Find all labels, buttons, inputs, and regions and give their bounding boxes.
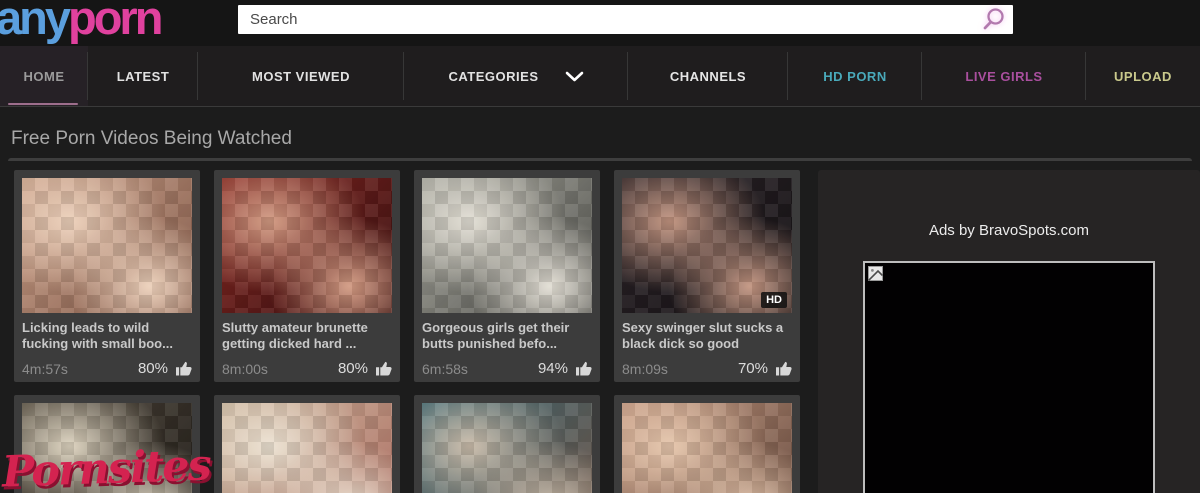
- chevron-down-icon[interactable]: [565, 71, 584, 82]
- nav-item-home[interactable]: HOME: [0, 46, 88, 106]
- nav-label-most-viewed: MOST VIEWED: [252, 69, 350, 84]
- video-rating: 80%: [338, 360, 392, 377]
- ad-panel: Ads by BravoSpots.com: [818, 170, 1200, 493]
- nav-label-hd-porn: HD PORN: [823, 69, 886, 84]
- nav-item-hd-porn[interactable]: HD PORN: [788, 46, 922, 106]
- rating-percent: 80%: [338, 360, 368, 377]
- nav-label-categories: CATEGORIES: [449, 69, 539, 84]
- hd-badge: HD: [761, 292, 787, 308]
- video-thumbnail[interactable]: [222, 403, 392, 493]
- nav-label-live-girls: LIVE GIRLS: [965, 69, 1042, 84]
- video-card[interactable]: HD Sexy swinger slut sucks a black dick …: [614, 170, 800, 382]
- ad-provider-label: Ads by BravoSpots.com: [818, 170, 1200, 239]
- thumbs-up-icon: [775, 360, 792, 377]
- video-grid: Licking leads to wild fucking with small…: [14, 170, 814, 493]
- thumbs-up-icon: [175, 360, 192, 377]
- video-thumbnail[interactable]: HD: [622, 178, 792, 313]
- video-thumbnail[interactable]: [222, 178, 392, 313]
- video-card[interactable]: [414, 395, 600, 493]
- video-card[interactable]: Slutty amateur brunette getting dicked h…: [214, 170, 400, 382]
- video-thumbnail[interactable]: [422, 178, 592, 313]
- video-duration: 4m:57s: [22, 361, 68, 377]
- video-card[interactable]: [214, 395, 400, 493]
- thumbs-up-icon: [375, 360, 392, 377]
- logo-part-porn: porn: [68, 0, 160, 44]
- rating-percent: 80%: [138, 360, 168, 377]
- logo-part-any: any: [0, 0, 68, 44]
- search-bar: [238, 5, 1013, 34]
- nav-label-home: HOME: [24, 69, 65, 84]
- search-input[interactable]: [238, 5, 1013, 34]
- video-thumbnail[interactable]: [22, 178, 192, 313]
- video-meta: 8m:00s 80%: [222, 360, 392, 377]
- site-logo[interactable]: anyporn: [0, 0, 160, 44]
- video-card[interactable]: Gorgeous girls get their butts punished …: [414, 170, 600, 382]
- video-title: Gorgeous girls get their butts punished …: [422, 320, 592, 353]
- video-card[interactable]: [14, 395, 200, 493]
- video-duration: 8m:09s: [622, 361, 668, 377]
- video-duration: 8m:00s: [222, 361, 268, 377]
- video-thumbnail[interactable]: [22, 403, 192, 493]
- nav-item-live-girls[interactable]: LIVE GIRLS: [922, 46, 1086, 106]
- video-rating: 70%: [738, 360, 792, 377]
- thumbs-up-icon: [575, 360, 592, 377]
- nav-label-latest: LATEST: [117, 69, 170, 84]
- video-thumbnail[interactable]: [622, 403, 792, 493]
- content-area: Licking leads to wild fucking with small…: [0, 170, 1200, 493]
- video-card[interactable]: [614, 395, 800, 493]
- video-meta: 6m:58s 94%: [422, 360, 592, 377]
- nav-label-channels: CHANNELS: [670, 69, 746, 84]
- video-rating: 94%: [538, 360, 592, 377]
- video-meta: 8m:09s 70%: [622, 360, 792, 377]
- nav-item-upload[interactable]: UPLOAD: [1086, 46, 1200, 106]
- header: anyporn: [0, 0, 1200, 46]
- video-rating: 80%: [138, 360, 192, 377]
- magnifier-icon[interactable]: [980, 6, 1007, 33]
- nav-item-categories[interactable]: CATEGORIES: [404, 46, 628, 106]
- nav-item-most-viewed[interactable]: MOST VIEWED: [198, 46, 404, 106]
- main-nav: HOME LATEST MOST VIEWED CATEGORIES CHANN…: [0, 46, 1200, 107]
- rating-percent: 70%: [738, 360, 768, 377]
- section-divider: [8, 158, 1192, 161]
- page-title: Free Porn Videos Being Watched: [0, 107, 1200, 150]
- rating-percent: 94%: [538, 360, 568, 377]
- nav-item-channels[interactable]: CHANNELS: [628, 46, 788, 106]
- video-duration: 6m:58s: [422, 361, 468, 377]
- video-title: Slutty amateur brunette getting dicked h…: [222, 320, 392, 353]
- video-meta: 4m:57s 80%: [22, 360, 192, 377]
- page: anyporn HOME LATEST MOST VIEWED CATEGORI…: [0, 0, 1200, 493]
- video-title: Licking leads to wild fucking with small…: [22, 320, 192, 353]
- video-card[interactable]: Licking leads to wild fucking with small…: [14, 170, 200, 382]
- nav-item-latest[interactable]: LATEST: [88, 46, 198, 106]
- video-title: Sexy swinger slut sucks a black dick so …: [622, 320, 792, 353]
- broken-image-icon: [868, 266, 883, 281]
- video-thumbnail[interactable]: [422, 403, 592, 493]
- ad-frame[interactable]: [863, 261, 1155, 493]
- nav-label-upload: UPLOAD: [1114, 69, 1172, 84]
